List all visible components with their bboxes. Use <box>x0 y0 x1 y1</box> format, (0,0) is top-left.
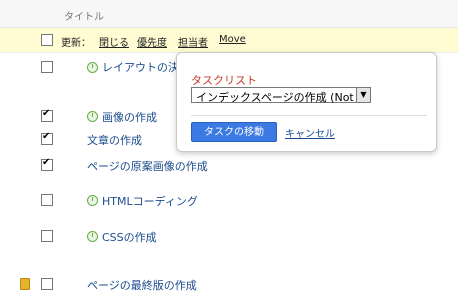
close-action-link[interactable]: 閉じる <box>99 34 129 49</box>
note-icon <box>20 278 30 290</box>
task-list-select[interactable]: インデックスページの作成 (Not ▼ <box>191 87 371 104</box>
task-checkbox[interactable] <box>41 131 53 145</box>
task-title[interactable]: ページの最終版の作成 <box>87 277 197 293</box>
task-list-label: タスクリスト <box>191 74 257 87</box>
task-checkbox[interactable] <box>41 230 53 242</box>
assignee-action-link[interactable]: 担当者 <box>178 34 208 49</box>
task-checkbox[interactable] <box>41 194 53 206</box>
task-title[interactable]: 画像の作成 <box>102 109 157 125</box>
popup-divider <box>191 115 427 116</box>
move-task-button[interactable]: タスクの移動 <box>191 122 277 142</box>
task-list-select-value: インデックスページの作成 (Not <box>196 91 354 104</box>
task-title[interactable]: HTMLコーディング <box>102 193 198 209</box>
priority-action-link[interactable]: 優先度 <box>137 34 167 49</box>
task-row[interactable]: ページの原案画像の作成 <box>0 157 458 177</box>
list-header: タイトル <box>0 0 458 28</box>
task-checkbox[interactable] <box>41 108 53 122</box>
clock-icon <box>87 231 98 242</box>
task-checkbox[interactable] <box>41 278 53 290</box>
task-title[interactable]: レイアウトの決 <box>102 59 179 75</box>
task-row[interactable]: HTMLコーディング <box>0 192 458 212</box>
clock-icon <box>87 195 98 206</box>
task-checkbox[interactable] <box>41 61 53 73</box>
clock-icon <box>87 111 98 122</box>
move-task-popup: タスクリスト インデックスページの作成 (Not ▼ タスクの移動 キャンセル <box>176 52 437 152</box>
toolbar-update-label: 更新： <box>61 38 91 49</box>
move-action-link[interactable]: Move <box>219 34 246 45</box>
task-title[interactable]: ページの原案画像の作成 <box>87 158 208 174</box>
task-title[interactable]: 文章の作成 <box>87 132 142 148</box>
task-row[interactable]: CSSの作成 <box>0 228 458 248</box>
task-row[interactable]: ページの最終版の作成 <box>0 276 458 296</box>
clock-icon <box>87 62 98 73</box>
select-all-checkbox[interactable] <box>41 34 53 46</box>
chevron-down-icon[interactable]: ▼ <box>356 88 370 102</box>
column-title-header: タイトル <box>64 12 104 23</box>
task-title[interactable]: CSSの作成 <box>102 229 157 245</box>
task-checkbox[interactable] <box>41 157 53 171</box>
cancel-link[interactable]: キャンセル <box>285 125 335 140</box>
bulk-action-toolbar: 更新： 閉じる 優先度 担当者 Move <box>0 28 458 53</box>
